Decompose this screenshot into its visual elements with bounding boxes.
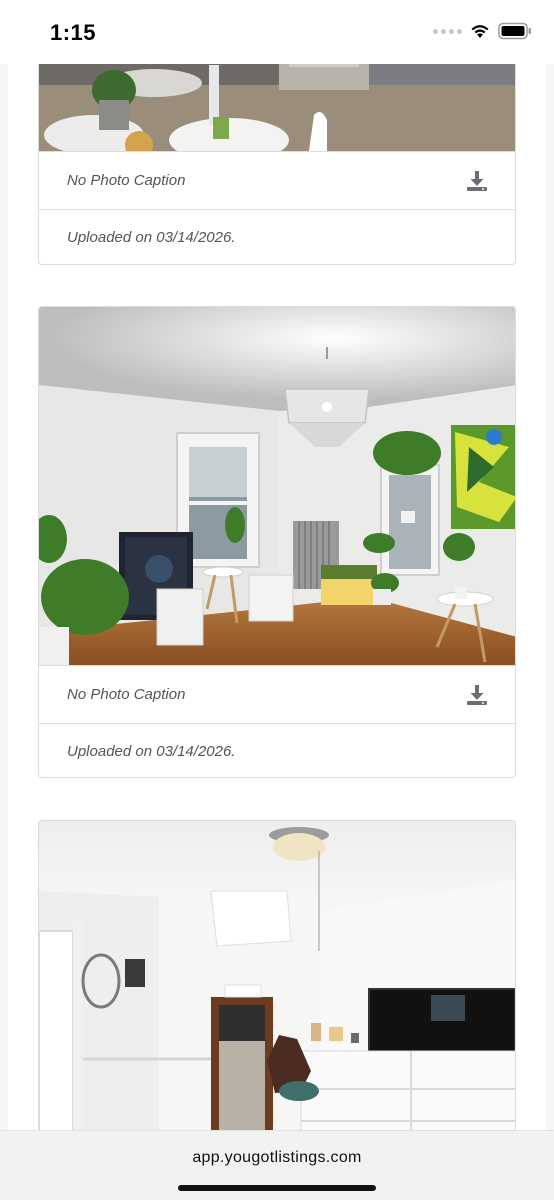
browser-address-bar[interactable]: app.yougotlistings.com xyxy=(0,1130,554,1200)
uploaded-date: Uploaded on 03/14/2026. xyxy=(67,742,236,760)
status-bar: 1:15 xyxy=(0,0,554,64)
download-icon[interactable] xyxy=(465,683,489,707)
photo-card: No Photo Caption Uploaded on 03/14/2026. xyxy=(38,64,516,265)
photo-caption: No Photo Caption xyxy=(67,172,186,189)
cellular-signal-icon xyxy=(433,28,462,34)
photo-card: No Photo Caption Uploaded on 03/14/2026. xyxy=(38,306,516,778)
photo-card xyxy=(38,820,516,1130)
listing-photo[interactable] xyxy=(39,821,515,1130)
photo-caption-row: No Photo Caption xyxy=(39,151,515,210)
status-time: 1:15 xyxy=(50,20,97,45)
battery-icon xyxy=(498,22,531,40)
download-icon[interactable] xyxy=(465,169,489,193)
listing-photo[interactable] xyxy=(39,307,515,665)
photo-feed-content: No Photo Caption Uploaded on 03/14/2026. xyxy=(8,64,546,1130)
uploaded-date-row: Uploaded on 03/14/2026. xyxy=(39,210,515,264)
uploaded-date: Uploaded on 03/14/2026. xyxy=(67,228,236,246)
screen: 1:15 No Photo Caption Uploaded on 03/14/… xyxy=(0,0,554,1200)
status-icons xyxy=(433,22,532,40)
listing-photo[interactable] xyxy=(39,64,515,151)
photo-caption: No Photo Caption xyxy=(67,686,186,703)
url-text[interactable]: app.yougotlistings.com xyxy=(0,1149,554,1167)
wifi-icon xyxy=(471,25,489,38)
uploaded-date-row: Uploaded on 03/14/2026. xyxy=(39,724,515,777)
home-indicator[interactable] xyxy=(178,1185,376,1191)
photo-feed[interactable]: No Photo Caption Uploaded on 03/14/2026. xyxy=(0,64,554,1130)
photo-caption-row: No Photo Caption xyxy=(39,665,515,724)
